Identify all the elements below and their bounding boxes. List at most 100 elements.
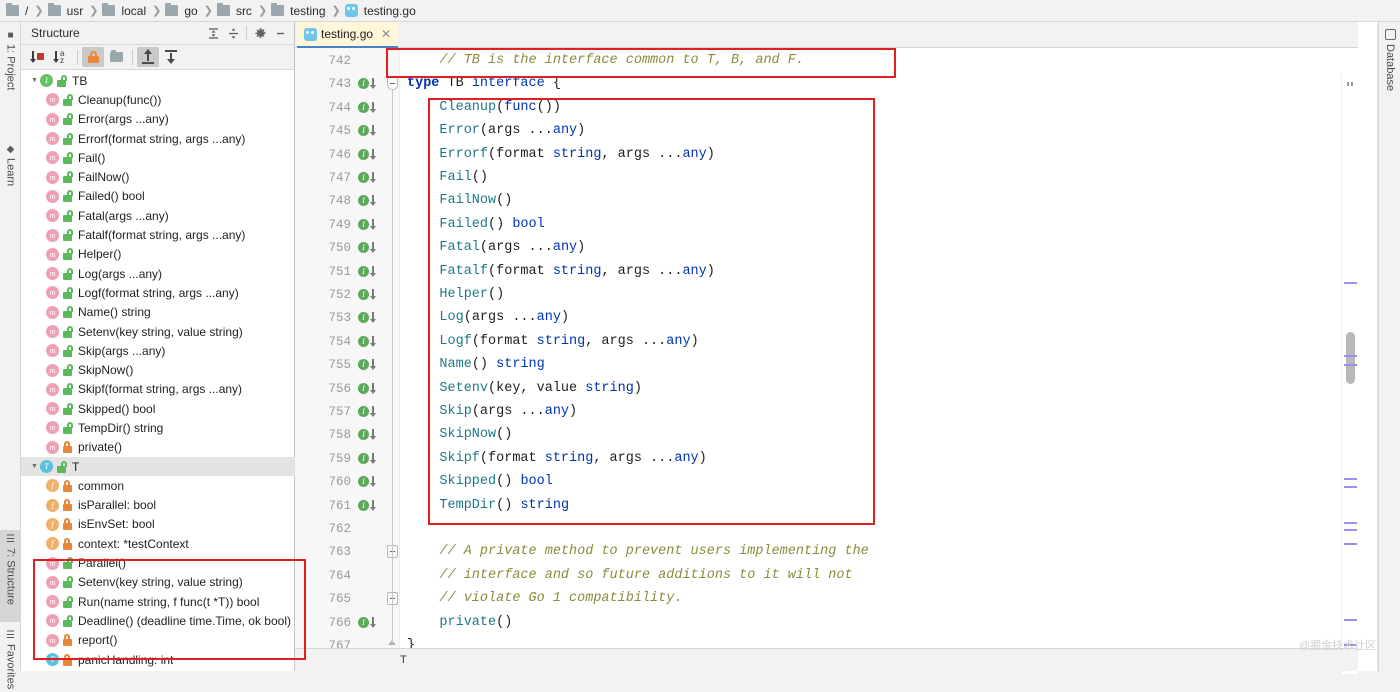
show-inherited-button[interactable]: [137, 47, 159, 67]
breadcrumb-item-go[interactable]: go: [165, 0, 199, 22]
code-token: string: [496, 357, 545, 373]
tree-row[interactable]: ▼ I TB: [21, 71, 295, 90]
tree-row-label: Parallel(): [78, 556, 127, 571]
code-token: ()): [536, 99, 561, 115]
tree-row[interactable]: m Setenv(key string, value string): [21, 573, 295, 592]
breadcrumb-item-usr[interactable]: usr: [47, 0, 86, 22]
implementation-marker-icon[interactable]: I: [358, 382, 380, 396]
tree-row[interactable]: f context: *testContext: [21, 534, 295, 553]
tree-row[interactable]: m private(): [21, 438, 295, 457]
tree-row[interactable]: m TempDir() string: [21, 418, 295, 437]
rail-tab-7-structure[interactable]: ☰ 7: Structure: [0, 530, 21, 622]
rail-tab-favorites[interactable]: ☰ Favorites: [0, 626, 21, 692]
close-icon[interactable]: ✕: [381, 27, 391, 41]
tree-row[interactable]: m FailNow(): [21, 167, 295, 186]
tree-row[interactable]: m Run(name string, f func(t *T)) bool: [21, 592, 295, 611]
sort-by-visibility-button[interactable]: [27, 47, 49, 67]
tree-row[interactable]: f isEnvSet: bool: [21, 515, 295, 534]
structure-icon: ☰: [5, 534, 16, 545]
implementation-marker-icon[interactable]: I: [358, 241, 380, 255]
fold-collapse-handle[interactable]: [387, 77, 398, 91]
rail-tab-database[interactable]: Database: [1379, 26, 1400, 91]
breadcrumb-separator: ❯: [34, 5, 44, 17]
code-token: (): [488, 287, 505, 302]
implementation-marker-icon[interactable]: I: [358, 475, 380, 489]
implementation-marker-icon[interactable]: I: [358, 428, 380, 442]
sort-alphabetically-button[interactable]: az: [50, 47, 72, 67]
tree-row[interactable]: m Logf(format string, args ...any): [21, 283, 295, 302]
code-token: (args ...: [479, 240, 553, 256]
chevron-down-icon[interactable]: ▼: [29, 71, 40, 90]
implementation-marker-icon[interactable]: I: [358, 335, 380, 349]
tree-row[interactable]: f isParallel: bool: [21, 496, 295, 515]
show-imports-button[interactable]: [160, 47, 182, 67]
implementation-marker-icon[interactable]: I: [358, 358, 380, 372]
expand-all-button[interactable]: [203, 24, 223, 43]
tree-row[interactable]: m Fail(): [21, 148, 295, 167]
rail-tab-1-project[interactable]: ■ 1: Project: [0, 26, 21, 134]
implementation-marker-icon[interactable]: I: [358, 265, 380, 279]
implementation-marker-icon[interactable]: I: [358, 288, 380, 302]
tree-row-label: Logf(format string, args ...any): [78, 285, 239, 300]
breadcrumb-item-testing[interactable]: testing: [271, 0, 327, 22]
tree-row[interactable]: m Fatal(args ...any): [21, 206, 295, 225]
breadcrumb-item--[interactable]: /: [6, 0, 30, 22]
tree-row[interactable]: m Log(args ...any): [21, 264, 295, 283]
tree-row[interactable]: m Skipped() bool: [21, 399, 295, 418]
show-non-public-button[interactable]: [82, 47, 104, 67]
implementation-marker-icon[interactable]: I: [358, 218, 380, 232]
arrow-down-icon: [369, 616, 377, 629]
tree-row[interactable]: m Skip(args ...any): [21, 341, 295, 360]
collapse-all-button[interactable]: [223, 24, 243, 43]
tree-row[interactable]: m Name() string: [21, 303, 295, 322]
implementation-marker-icon[interactable]: I: [358, 77, 380, 91]
lock-open-icon: [62, 344, 73, 357]
code-token: func: [504, 99, 537, 115]
tree-row[interactable]: m report(): [21, 631, 295, 650]
code-token: , args ...: [585, 333, 667, 349]
implementation-marker-icon[interactable]: I: [358, 171, 380, 185]
tree-row-label: panicHandling: int: [78, 652, 174, 667]
editor-scrollbar[interactable]: [1341, 74, 1358, 674]
tree-row[interactable]: m Deadline() (deadline time.Time, ok bool…: [21, 611, 295, 630]
implementation-marker-icon[interactable]: I: [358, 124, 380, 138]
tree-row[interactable]: m SkipNow(): [21, 360, 295, 379]
tree-row[interactable]: m Cleanup(func()): [21, 90, 295, 109]
implementation-marker-icon[interactable]: I: [358, 101, 380, 115]
tree-row[interactable]: f common: [21, 476, 295, 495]
settings-gear-button[interactable]: [250, 24, 270, 43]
tree-row[interactable]: m Helper(): [21, 245, 295, 264]
lock-open-icon: [62, 209, 73, 222]
implementation-marker-icon[interactable]: I: [358, 148, 380, 162]
code-view[interactable]: 742 743 I 744 I 745 I 746 I 747 I 748 I 749 I 750 I 751 I 7…: [295, 48, 1358, 674]
editor-tab-testing-go[interactable]: testing.go ✕: [297, 22, 399, 48]
breadcrumb-item-label: testing: [290, 3, 326, 18]
breadcrumb-item-testing-go[interactable]: testing.go: [344, 0, 418, 22]
tree-row[interactable]: TpanicHandling: int: [21, 650, 295, 669]
implementation-marker-icon[interactable]: I: [358, 311, 380, 325]
tree-row[interactable]: m Parallel(): [21, 553, 295, 572]
method-badge-icon: m: [46, 344, 59, 358]
tree-row[interactable]: m Setenv(key string, value string): [21, 322, 295, 341]
folder-icon: [102, 3, 116, 16]
breadcrumb-item-src[interactable]: src: [216, 0, 254, 22]
rail-tab-learn[interactable]: ◆ Learn: [0, 140, 21, 210]
tree-row[interactable]: m Skipf(format string, args ...any): [21, 380, 295, 399]
implementation-marker-icon[interactable]: I: [358, 616, 380, 630]
tree-row[interactable]: m Errorf(format string, args ...any): [21, 129, 295, 148]
scrollbar-thumb[interactable]: [1346, 332, 1355, 384]
tree-row[interactable]: m Error(args ...any): [21, 110, 295, 129]
group-by-folder-button[interactable]: [105, 47, 127, 67]
tree-row[interactable]: m Fatalf(format string, args ...any): [21, 225, 295, 244]
implementation-marker-icon[interactable]: I: [358, 405, 380, 419]
implementation-marker-icon[interactable]: I: [358, 194, 380, 208]
editor-gutter[interactable]: 742 743 I 744 I 745 I 746 I 747 I 748 I 749 I 750 I 751 I 7…: [295, 48, 400, 653]
implementation-marker-icon[interactable]: I: [358, 452, 380, 466]
chevron-down-icon[interactable]: ▼: [29, 457, 40, 476]
hide-panel-button[interactable]: [270, 24, 290, 43]
tree-row[interactable]: m Failed() bool: [21, 187, 295, 206]
breadcrumb-item-local[interactable]: local: [102, 0, 148, 22]
implementation-marker-icon[interactable]: I: [358, 499, 380, 513]
tree-row[interactable]: ▼ T T: [21, 456, 295, 477]
